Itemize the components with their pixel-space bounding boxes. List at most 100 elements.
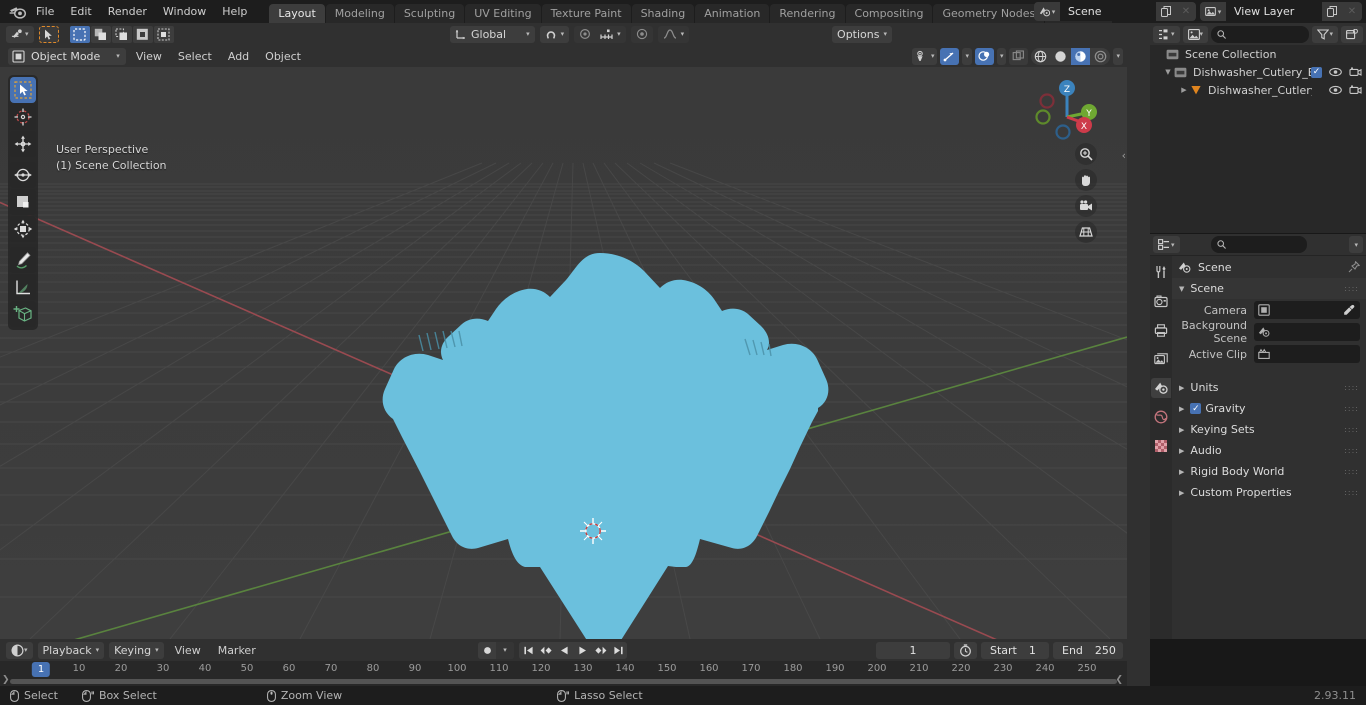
shading-material-preview-icon[interactable]: [1071, 47, 1091, 65]
output-tab[interactable]: [1151, 320, 1171, 340]
scene-name[interactable]: Scene: [1060, 2, 1156, 21]
play-button[interactable]: [573, 641, 591, 659]
camera-icon[interactable]: [1349, 85, 1362, 95]
panel-gravity[interactable]: ▶ ✓ Gravity ::::: [1172, 398, 1366, 419]
collection-checkbox[interactable]: ✓: [1311, 66, 1322, 78]
view-layer-icon[interactable]: ▾: [1200, 2, 1226, 21]
interaction-mode-dropdown[interactable]: Object Mode ▾: [8, 47, 126, 65]
timeline-scroll-left-arrow-icon[interactable]: ❯: [2, 675, 10, 685]
camera-icon[interactable]: [1349, 67, 1362, 77]
snap-magnet-toggle[interactable]: ▾: [539, 25, 570, 43]
gizmo-options-dropdown[interactable]: ▾: [962, 47, 972, 65]
hand-icon[interactable]: [1075, 169, 1097, 191]
disclosure-triangle-closed-icon[interactable]: ▶: [1178, 86, 1190, 94]
remove-view-layer-button[interactable]: ✕: [1342, 2, 1362, 21]
timeline-playhead[interactable]: 1: [31, 662, 51, 677]
properties-editor-type-button[interactable]: ▾: [1153, 236, 1180, 253]
scene-tab[interactable]: [1151, 378, 1171, 398]
new-scene-button[interactable]: [1156, 2, 1176, 21]
sidebar-collapse-arrow-icon[interactable]: ‹: [1122, 149, 1126, 162]
workspace-tab-layout[interactable]: Layout: [269, 4, 325, 23]
navigation-gizmo[interactable]: Z Y X: [1029, 72, 1105, 148]
panel-scene[interactable]: ▼ Scene ::::: [1172, 278, 1366, 299]
workspace-tab-shading[interactable]: Shading: [631, 4, 695, 23]
proportional-falloff-dropdown[interactable]: ▾: [657, 25, 690, 43]
select-extend-icon[interactable]: [90, 25, 111, 43]
tweak-select-tool[interactable]: [10, 77, 36, 103]
timeline-menu-view[interactable]: View: [169, 642, 207, 659]
start-frame-field[interactable]: Start 1: [981, 641, 1049, 659]
panel-audio[interactable]: ▶ Audio ::::: [1172, 440, 1366, 461]
show-overlays-toggle[interactable]: [974, 47, 994, 65]
workspace-tab-rendering[interactable]: Rendering: [770, 4, 845, 23]
panel-custom-properties[interactable]: ▶ Custom Properties ::::: [1172, 482, 1366, 503]
transform-orientation-dropdown[interactable]: Global ▾: [450, 25, 535, 43]
view-layer-name[interactable]: View Layer: [1226, 2, 1322, 21]
next-keyframe-button[interactable]: [591, 641, 609, 659]
outliner-display-mode-button[interactable]: ▾: [1182, 25, 1209, 43]
options-dropdown[interactable]: Options ▾: [832, 25, 892, 43]
viewport-menu-add[interactable]: Add: [222, 48, 255, 65]
overlay-options-dropdown[interactable]: ▾: [996, 47, 1007, 65]
playback-dropdown[interactable]: Playback ▾: [37, 641, 105, 659]
timeline-ruler[interactable]: 10 20 30 40 50 60 70 80 90 100 110 120 1…: [0, 661, 1127, 678]
xray-toggle[interactable]: [1009, 47, 1029, 65]
menu-window[interactable]: Window: [155, 2, 214, 21]
menu-render[interactable]: Render: [100, 2, 155, 21]
workspace-tab-texture-paint[interactable]: Texture Paint: [541, 4, 631, 23]
select-subtract-icon[interactable]: [111, 25, 132, 43]
viewport-menu-object[interactable]: Object: [259, 48, 307, 65]
viewport-canvas[interactable]: [0, 67, 1127, 639]
pin-icon[interactable]: [1348, 261, 1360, 273]
active-clip-field[interactable]: [1254, 345, 1360, 363]
end-frame-field[interactable]: End 250: [1053, 641, 1123, 659]
timeline-scroll-right-arrow-icon[interactable]: ❮: [1115, 675, 1123, 685]
panel-keying-sets[interactable]: ▶ Keying Sets ::::: [1172, 419, 1366, 440]
shading-options-dropdown[interactable]: ▾: [1113, 47, 1123, 65]
play-reverse-button[interactable]: [555, 641, 573, 659]
menu-edit[interactable]: Edit: [62, 2, 99, 21]
editor-type-button[interactable]: ▾: [6, 25, 34, 43]
menu-help[interactable]: Help: [214, 2, 255, 21]
select-intersect-icon[interactable]: [153, 25, 174, 43]
workspace-tab-animation[interactable]: Animation: [695, 4, 770, 23]
viewport-menu-view[interactable]: View: [130, 48, 168, 65]
properties-search-field[interactable]: [1229, 238, 1301, 251]
workspace-tab-geometry-nodes[interactable]: Geometry Nodes: [933, 4, 1045, 23]
workspace-tab-compositing[interactable]: Compositing: [845, 4, 933, 23]
active-tool-indicator[interactable]: [38, 25, 59, 43]
background-scene-field[interactable]: [1254, 323, 1360, 341]
timeline-horizontal-scrollbar[interactable]: [10, 679, 1117, 684]
blender-logo-icon[interactable]: [6, 2, 28, 22]
current-frame-field[interactable]: 1: [876, 641, 950, 659]
properties-search-input[interactable]: [1210, 236, 1307, 253]
shading-wireframe-icon[interactable]: [1031, 47, 1051, 65]
shading-rendered-icon[interactable]: [1091, 47, 1111, 65]
outliner-row-basket-collection[interactable]: ▼ Dishwasher_Cutlery_Basket_( ✓: [1150, 63, 1366, 81]
zoom-icon[interactable]: [1075, 143, 1097, 165]
properties-options-dropdown[interactable]: ▾: [1349, 236, 1363, 253]
rotate-tool[interactable]: [10, 162, 36, 188]
outliner-row-basket-object[interactable]: ▶ Dishwasher_Cutlery_Bas: [1150, 81, 1366, 99]
workspace-tab-uv-editing[interactable]: UV Editing: [465, 4, 541, 23]
camera-icon[interactable]: [1075, 195, 1097, 217]
tool-tab[interactable]: [1151, 262, 1171, 282]
add-cube-tool[interactable]: [10, 301, 36, 327]
viewport-menu-select[interactable]: Select: [172, 48, 218, 65]
measure-tool[interactable]: [10, 274, 36, 300]
menu-file[interactable]: File: [28, 2, 62, 21]
shading-solid-icon[interactable]: [1051, 47, 1071, 65]
world-tab[interactable]: [1151, 407, 1171, 427]
workspace-tab-sculpting[interactable]: Sculpting: [394, 4, 465, 23]
view-layer-selector[interactable]: ▾ View Layer ✕: [1200, 2, 1362, 21]
outliner-row-scene-collection[interactable]: Scene Collection: [1150, 45, 1366, 63]
texture-tab[interactable]: [1151, 436, 1171, 456]
outliner-search-input[interactable]: [1211, 25, 1310, 43]
timeline-menu-marker[interactable]: Marker: [212, 642, 262, 659]
jump-to-start-button[interactable]: [519, 641, 537, 659]
outliner-new-collection-button[interactable]: [1341, 25, 1363, 43]
view-layer-tab[interactable]: [1151, 349, 1171, 369]
transform-tool[interactable]: [10, 216, 36, 242]
proportional-editing-objects-toggle[interactable]: [630, 25, 653, 43]
proportional-edit-toggle[interactable]: ▾: [574, 25, 626, 43]
